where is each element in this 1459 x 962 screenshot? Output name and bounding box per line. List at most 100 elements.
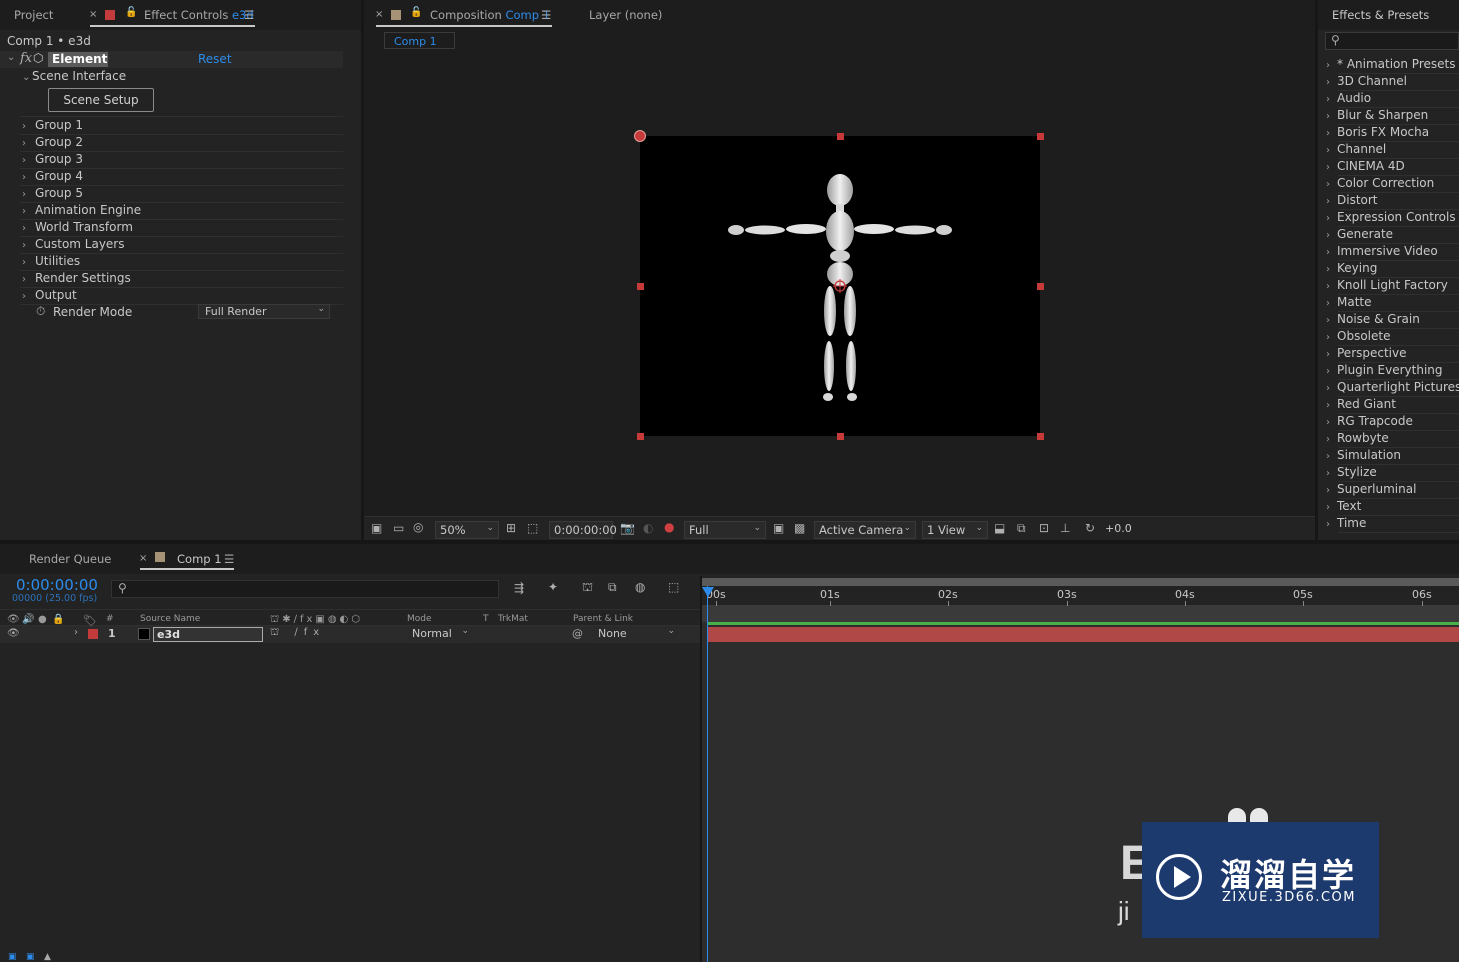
tab-project[interactable]: Project (14, 8, 53, 22)
toggle-icon[interactable]: ▣ (26, 952, 35, 962)
timecode-display[interactable]: 0:00:00:00 (549, 521, 617, 539)
resize-handle-top[interactable] (837, 133, 844, 140)
audio-icon[interactable]: 🔊 (22, 614, 34, 625)
effects-category-item[interactable]: › Stylize (1326, 465, 1377, 479)
effects-category-item[interactable]: › Immersive Video (1326, 244, 1438, 258)
chevron-down-icon[interactable]: ⌄ (7, 52, 15, 63)
lock-icon[interactable]: 🔓 (125, 7, 137, 18)
color-channels-icon[interactable]: ● (664, 520, 674, 534)
effect-group-row[interactable]: › Custom Layers (22, 237, 125, 254)
lock-icon[interactable]: 🔒 (52, 614, 64, 625)
fast-draft-icon[interactable]: ⧉ (1017, 521, 1026, 536)
effects-category-item[interactable]: › Quarterlight Pictures (1326, 380, 1459, 394)
effects-category-item[interactable]: › Superluminal (1326, 482, 1416, 496)
tab-comp-1[interactable]: Comp 1 (177, 552, 222, 566)
panel-menu-icon[interactable]: ☰ (224, 552, 234, 566)
eye-icon[interactable]: 👁 (7, 614, 20, 625)
effects-category-item[interactable]: › Boris FX Mocha (1326, 125, 1429, 139)
shy-layers-icon[interactable]: ⛫ (582, 580, 593, 596)
tab-composition[interactable]: Composition Comp 1 (430, 8, 550, 22)
tab-effect-controls[interactable]: Effect Controls e3d (144, 8, 254, 22)
effects-category-item[interactable]: › RG Trapcode (1326, 414, 1413, 428)
effects-category-item[interactable]: › Color Correction (1326, 176, 1434, 190)
resize-handle-left[interactable] (637, 283, 644, 290)
playhead-handle[interactable] (702, 587, 714, 597)
exposure-value[interactable]: +0.0 (1105, 522, 1132, 535)
pickwhip-icon[interactable]: @ (572, 627, 583, 640)
effect-group-row[interactable]: › Group 4 (22, 169, 83, 186)
resize-handle-top-right[interactable] (1037, 133, 1044, 140)
flowchart-icon[interactable]: ⊥ (1060, 521, 1070, 535)
effects-category-item[interactable]: › Red Giant (1326, 397, 1396, 411)
timeline-search-input[interactable]: ⚲ (111, 580, 499, 598)
reset-exposure-icon[interactable]: ↻ (1085, 521, 1095, 535)
effects-category-item[interactable]: › Audio (1326, 91, 1371, 105)
draft-3d-icon[interactable]: ✦ (548, 580, 558, 594)
tab-render-queue[interactable]: Render Queue (29, 552, 111, 566)
timeline-timecode[interactable]: 0:00:00:00 (16, 576, 98, 594)
effects-category-item[interactable]: › Blur & Sharpen (1326, 108, 1428, 122)
graph-editor-icon[interactable]: ⬚ (668, 580, 679, 594)
header-trkmat[interactable]: TrkMat (498, 614, 528, 624)
effect-group-row[interactable]: › Animation Engine (22, 203, 141, 220)
effects-category-item[interactable]: › CINEMA 4D (1326, 159, 1405, 173)
fx-icon[interactable]: fx (20, 51, 32, 66)
effect-group-row[interactable]: › Group 2 (22, 135, 83, 152)
resize-handle-bottom-right[interactable] (1037, 433, 1044, 440)
always-preview-icon[interactable]: ▣ (371, 521, 382, 535)
toggle-pixel-aspect-icon[interactable]: ⬓ (994, 521, 1005, 535)
fast-preview-icon[interactable]: ▣ (773, 521, 784, 535)
views-dropdown[interactable]: 1 View ⌄ (922, 521, 988, 539)
solo-icon[interactable]: ● (38, 614, 47, 625)
effect-group-row[interactable]: › Output (22, 288, 77, 305)
effects-category-item[interactable]: › Time (1326, 516, 1366, 530)
eye-icon[interactable]: 👁 (7, 628, 20, 639)
resolution-dropdown[interactable]: Full ⌄ (684, 521, 766, 539)
scene-setup-button[interactable]: Scene Setup (48, 88, 154, 112)
work-area-bar[interactable] (702, 578, 1459, 586)
zoom-dropdown[interactable]: 50% ⌄ (435, 521, 499, 539)
frame-icon[interactable]: ▲ (44, 952, 51, 962)
layer-parent-dropdown[interactable]: None ⌄ (593, 626, 679, 642)
tab-layer[interactable]: Layer (none) (589, 8, 662, 22)
time-ruler[interactable]: 00s 01s 02s 03s 04s 05s 06s (702, 586, 1459, 606)
effect-group-row[interactable]: › Render Settings (22, 271, 131, 288)
scene-interface-row[interactable]: ⌄ Scene Interface (22, 69, 126, 86)
mask-icon[interactable]: ◎ (413, 520, 423, 534)
stopwatch-icon[interactable]: ⏱ (36, 304, 45, 319)
close-icon[interactable]: × (139, 553, 147, 564)
layer-switches[interactable]: ⛫ ∕fx (270, 627, 325, 640)
camera-dropdown[interactable]: Active Camera ⌄ (814, 521, 916, 539)
layer-name-field[interactable]: e3d (153, 627, 263, 642)
resize-handle-bottom-left[interactable] (637, 433, 644, 440)
render-icon[interactable]: ▣ (8, 952, 17, 962)
effects-category-item[interactable]: › Channel (1326, 142, 1386, 156)
effect-group-row[interactable]: › World Transform (22, 220, 133, 237)
effects-category-item[interactable]: › 3D Channel (1326, 74, 1407, 88)
motion-blur-icon[interactable]: ◍ (635, 580, 645, 594)
layer-mode-dropdown[interactable]: Normal ⌄ (407, 626, 473, 642)
effects-category-item[interactable]: › Keying (1326, 261, 1377, 275)
effect-group-row[interactable]: › Utilities (22, 254, 80, 271)
effects-category-item[interactable]: › Obsolete (1326, 329, 1390, 343)
panel-menu-icon[interactable]: ☰ (541, 8, 551, 22)
anchor-point-handle[interactable] (634, 130, 646, 142)
lock-icon[interactable]: 🔓 (410, 7, 422, 18)
playhead-line[interactable] (707, 586, 708, 962)
effects-category-item[interactable]: › Rowbyte (1326, 431, 1389, 445)
comp-subtab[interactable]: Comp 1 (384, 32, 455, 49)
effect-name[interactable]: Element (48, 52, 108, 67)
comp-viewer[interactable] (640, 136, 1040, 436)
effects-category-item[interactable]: › Knoll Light Factory (1326, 278, 1448, 292)
monitor-icon[interactable]: ▭ (393, 521, 404, 535)
panel-menu-icon[interactable]: ☰ (244, 8, 254, 22)
effects-category-item[interactable]: › Noise & Grain (1326, 312, 1420, 326)
effect-group-row[interactable]: › Group 3 (22, 152, 83, 169)
effect-group-row[interactable]: › Group 5 (22, 186, 83, 203)
layer-label-color[interactable] (88, 629, 98, 639)
effects-category-item[interactable]: › Text (1326, 499, 1361, 513)
close-icon[interactable]: × (375, 9, 383, 20)
region-of-interest-icon[interactable]: ⬚ (527, 521, 538, 535)
reset-link[interactable]: Reset (198, 52, 232, 66)
composition-flowchart-icon[interactable]: ⇶ (514, 581, 524, 595)
